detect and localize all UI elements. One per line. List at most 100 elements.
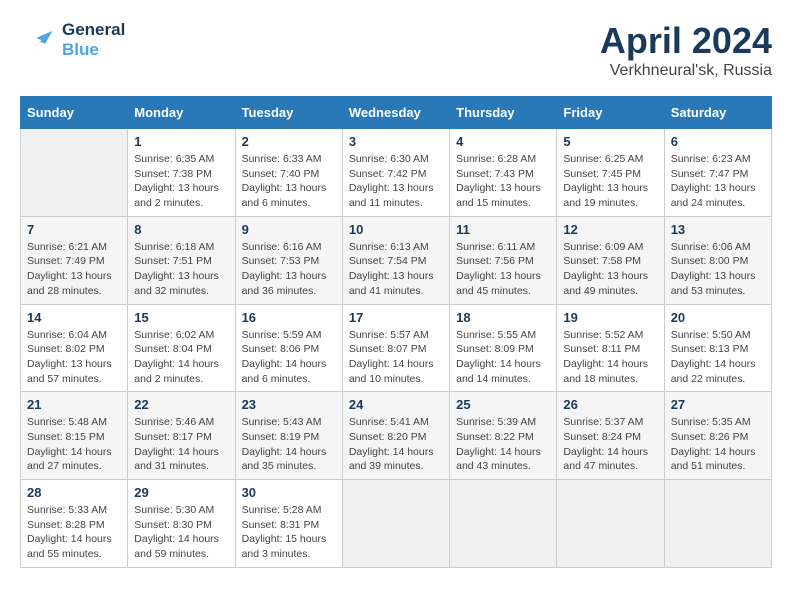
month-title: April 2024 — [600, 20, 772, 62]
calendar-day-cell: 1 Sunrise: 6:35 AMSunset: 7:38 PMDaylight… — [128, 129, 235, 217]
day-number: 9 — [242, 222, 336, 237]
day-number: 24 — [349, 397, 443, 412]
calendar-day-cell: 21 Sunrise: 5:48 AMSunset: 8:15 PMDayligh… — [21, 392, 128, 480]
day-info: Sunrise: 5:28 AMSunset: 8:31 PMDaylight:… — [242, 503, 336, 562]
day-number: 2 — [242, 134, 336, 149]
calendar-day-cell — [664, 480, 771, 568]
weekday-header-cell: Saturday — [664, 97, 771, 129]
day-info: Sunrise: 5:41 AMSunset: 8:20 PMDaylight:… — [349, 415, 443, 474]
day-info: Sunrise: 6:35 AMSunset: 7:38 PMDaylight:… — [134, 152, 228, 211]
day-number: 13 — [671, 222, 765, 237]
day-number: 23 — [242, 397, 336, 412]
location-title: Verkhneural'sk, Russia — [600, 62, 772, 80]
day-info: Sunrise: 6:18 AMSunset: 7:51 PMDaylight:… — [134, 240, 228, 299]
logo: General Blue — [20, 20, 125, 60]
title-area: April 2024 Verkhneural'sk, Russia — [600, 20, 772, 80]
day-number: 27 — [671, 397, 765, 412]
header: General Blue April 2024 Verkhneural'sk, … — [20, 20, 772, 80]
day-info: Sunrise: 5:50 AMSunset: 8:13 PMDaylight:… — [671, 328, 765, 387]
day-number: 10 — [349, 222, 443, 237]
calendar-day-cell: 24 Sunrise: 5:41 AMSunset: 8:20 PMDayligh… — [342, 392, 449, 480]
day-info: Sunrise: 6:11 AMSunset: 7:56 PMDaylight:… — [456, 240, 550, 299]
calendar-body: 1 Sunrise: 6:35 AMSunset: 7:38 PMDaylight… — [21, 129, 772, 568]
day-info: Sunrise: 6:33 AMSunset: 7:40 PMDaylight:… — [242, 152, 336, 211]
day-number: 11 — [456, 222, 550, 237]
calendar-week-row: 7Sunrise: 6:21 AMSunset: 7:49 PMDaylight… — [21, 216, 772, 304]
calendar-day-cell: 28Sunrise: 5:33 AMSunset: 8:28 PMDayligh… — [21, 480, 128, 568]
day-info: Sunrise: 6:13 AMSunset: 7:54 PMDaylight:… — [349, 240, 443, 299]
calendar-day-cell: 4 Sunrise: 6:28 AMSunset: 7:43 PMDaylight… — [450, 129, 557, 217]
day-info: Sunrise: 5:43 AMSunset: 8:19 PMDaylight:… — [242, 415, 336, 474]
day-info: Sunrise: 6:16 AMSunset: 7:53 PMDaylight:… — [242, 240, 336, 299]
day-info: Sunrise: 5:39 AMSunset: 8:22 PMDaylight:… — [456, 415, 550, 474]
calendar-day-cell: 30 Sunrise: 5:28 AMSunset: 8:31 PMDayligh… — [235, 480, 342, 568]
day-info: Sunrise: 5:46 AMSunset: 8:17 PMDaylight:… — [134, 415, 228, 474]
weekday-header-cell: Sunday — [21, 97, 128, 129]
day-number: 18 — [456, 310, 550, 325]
weekday-header-cell: Friday — [557, 97, 664, 129]
calendar-day-cell — [342, 480, 449, 568]
day-number: 16 — [242, 310, 336, 325]
calendar-day-cell: 15Sunrise: 6:02 AMSunset: 8:04 PMDayligh… — [128, 304, 235, 392]
day-info: Sunrise: 5:52 AMSunset: 8:11 PMDaylight:… — [563, 328, 657, 387]
weekday-header-cell: Wednesday — [342, 97, 449, 129]
calendar-day-cell: 20 Sunrise: 5:50 AMSunset: 8:13 PMDayligh… — [664, 304, 771, 392]
calendar-week-row: 21 Sunrise: 5:48 AMSunset: 8:15 PMDayligh… — [21, 392, 772, 480]
calendar-day-cell: 26Sunrise: 5:37 AMSunset: 8:24 PMDayligh… — [557, 392, 664, 480]
calendar-day-cell: 17Sunrise: 5:57 AMSunset: 8:07 PMDayligh… — [342, 304, 449, 392]
day-info: Sunrise: 6:02 AMSunset: 8:04 PMDaylight:… — [134, 328, 228, 387]
calendar-day-cell: 29 Sunrise: 5:30 AMSunset: 8:30 PMDayligh… — [128, 480, 235, 568]
day-number: 21 — [27, 397, 121, 412]
calendar-day-cell: 6 Sunrise: 6:23 AMSunset: 7:47 PMDaylight… — [664, 129, 771, 217]
calendar-day-cell — [21, 129, 128, 217]
day-number: 19 — [563, 310, 657, 325]
day-info: Sunrise: 6:09 AMSunset: 7:58 PMDaylight:… — [563, 240, 657, 299]
calendar-day-cell: 27Sunrise: 5:35 AMSunset: 8:26 PMDayligh… — [664, 392, 771, 480]
day-number: 30 — [242, 485, 336, 500]
calendar-day-cell: 12 Sunrise: 6:09 AMSunset: 7:58 PMDayligh… — [557, 216, 664, 304]
day-number: 6 — [671, 134, 765, 149]
day-info: Sunrise: 5:30 AMSunset: 8:30 PMDaylight:… — [134, 503, 228, 562]
day-info: Sunrise: 6:04 AMSunset: 8:02 PMDaylight:… — [27, 328, 121, 387]
day-number: 20 — [671, 310, 765, 325]
day-info: Sunrise: 5:48 AMSunset: 8:15 PMDaylight:… — [27, 415, 121, 474]
calendar-day-cell: 5Sunrise: 6:25 AMSunset: 7:45 PMDaylight… — [557, 129, 664, 217]
calendar-day-cell: 23 Sunrise: 5:43 AMSunset: 8:19 PMDayligh… — [235, 392, 342, 480]
calendar-day-cell: 16 Sunrise: 5:59 AMSunset: 8:06 PMDayligh… — [235, 304, 342, 392]
weekday-header-cell: Thursday — [450, 97, 557, 129]
calendar-day-cell: 10 Sunrise: 6:13 AMSunset: 7:54 PMDayligh… — [342, 216, 449, 304]
logo-icon — [20, 25, 56, 55]
calendar-day-cell: 14Sunrise: 6:04 AMSunset: 8:02 PMDayligh… — [21, 304, 128, 392]
calendar-table: SundayMondayTuesdayWednesdayThursdayFrid… — [20, 96, 772, 568]
day-info: Sunrise: 5:55 AMSunset: 8:09 PMDaylight:… — [456, 328, 550, 387]
day-info: Sunrise: 5:37 AMSunset: 8:24 PMDaylight:… — [563, 415, 657, 474]
calendar-day-cell: 8 Sunrise: 6:18 AMSunset: 7:51 PMDaylight… — [128, 216, 235, 304]
calendar-day-cell: 19 Sunrise: 5:52 AMSunset: 8:11 PMDayligh… — [557, 304, 664, 392]
day-info: Sunrise: 6:30 AMSunset: 7:42 PMDaylight:… — [349, 152, 443, 211]
calendar-week-row: 1 Sunrise: 6:35 AMSunset: 7:38 PMDaylight… — [21, 129, 772, 217]
day-info: Sunrise: 6:25 AMSunset: 7:45 PMDaylight:… — [563, 152, 657, 211]
day-info: Sunrise: 6:23 AMSunset: 7:47 PMDaylight:… — [671, 152, 765, 211]
day-number: 12 — [563, 222, 657, 237]
day-info: Sunrise: 6:28 AMSunset: 7:43 PMDaylight:… — [456, 152, 550, 211]
day-number: 4 — [456, 134, 550, 149]
day-number: 8 — [134, 222, 228, 237]
day-number: 1 — [134, 134, 228, 149]
calendar-day-cell: 2 Sunrise: 6:33 AMSunset: 7:40 PMDaylight… — [235, 129, 342, 217]
calendar-week-row: 14Sunrise: 6:04 AMSunset: 8:02 PMDayligh… — [21, 304, 772, 392]
calendar-day-cell: 13 Sunrise: 6:06 AMSunset: 8:00 PMDayligh… — [664, 216, 771, 304]
calendar-day-cell: 3Sunrise: 6:30 AMSunset: 7:42 PMDaylight… — [342, 129, 449, 217]
calendar-day-cell: 7Sunrise: 6:21 AMSunset: 7:49 PMDaylight… — [21, 216, 128, 304]
weekday-header-cell: Tuesday — [235, 97, 342, 129]
calendar-day-cell: 9 Sunrise: 6:16 AMSunset: 7:53 PMDaylight… — [235, 216, 342, 304]
logo-text: General Blue — [62, 20, 125, 60]
calendar-day-cell: 22Sunrise: 5:46 AMSunset: 8:17 PMDayligh… — [128, 392, 235, 480]
calendar-week-row: 28Sunrise: 5:33 AMSunset: 8:28 PMDayligh… — [21, 480, 772, 568]
day-number: 25 — [456, 397, 550, 412]
day-info: Sunrise: 5:57 AMSunset: 8:07 PMDaylight:… — [349, 328, 443, 387]
weekday-header-cell: Monday — [128, 97, 235, 129]
weekday-header-row: SundayMondayTuesdayWednesdayThursdayFrid… — [21, 97, 772, 129]
day-number: 29 — [134, 485, 228, 500]
day-info: Sunrise: 6:06 AMSunset: 8:00 PMDaylight:… — [671, 240, 765, 299]
day-info: Sunrise: 5:59 AMSunset: 8:06 PMDaylight:… — [242, 328, 336, 387]
